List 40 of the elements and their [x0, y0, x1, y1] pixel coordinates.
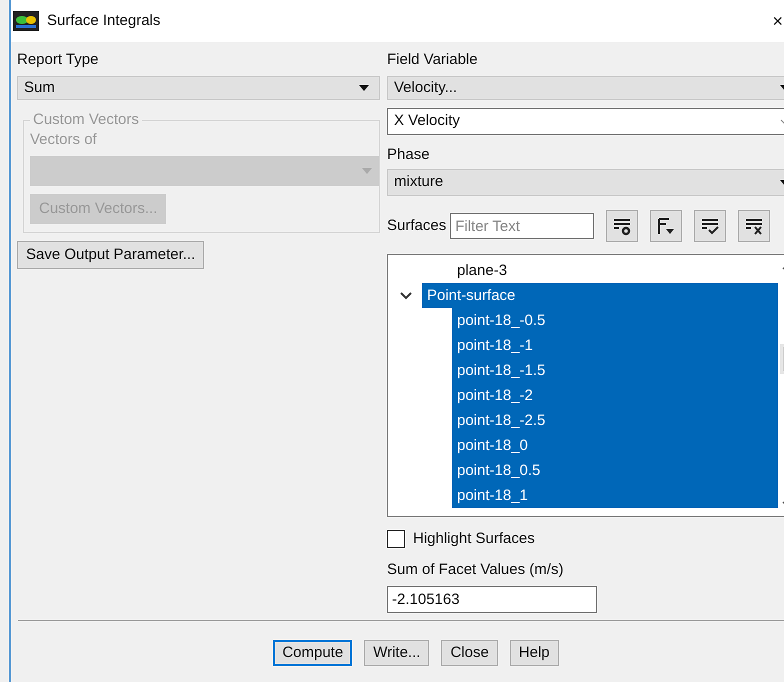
caret-icon [359, 85, 369, 91]
list-item[interactable]: point-18_-1 [452, 333, 778, 358]
select-all-icon [699, 216, 722, 236]
phase-dropdown[interactable]: mixture [387, 169, 784, 196]
save-output-button[interactable]: Save Output Parameter... [17, 241, 204, 269]
icon-button[interactable] [606, 210, 638, 242]
chevron-down-icon[interactable] [400, 292, 412, 300]
icon-button[interactable] [738, 210, 770, 242]
report-type-dropdown[interactable]: Sum [17, 76, 380, 100]
field-label: Sum of Facet Values (m/s) [387, 560, 564, 580]
field-label: Report Type [17, 50, 100, 70]
list-item[interactable]: Point-surface [422, 283, 778, 308]
field-label: Phase [387, 145, 431, 165]
field-label: Surfaces [387, 216, 446, 236]
dialog-button[interactable]: Help [510, 640, 559, 666]
field-variable-dropdown[interactable]: Velocity... [387, 76, 784, 100]
checkbox[interactable] [387, 530, 405, 548]
checkbox-label: Highlight Surfaces [413, 529, 535, 549]
app-icon [13, 11, 39, 31]
list-item[interactable]: point-18_1 [452, 483, 778, 508]
result-field: -2.105163 [387, 586, 597, 612]
dialog-button[interactable]: Close [441, 640, 498, 666]
dialog-button[interactable]: Compute [273, 640, 352, 666]
list-item[interactable]: point-18_-2.5 [452, 408, 778, 433]
variable-dropdown[interactable]: X Velocity [387, 108, 784, 135]
list-item[interactable]: point-18_0 [452, 433, 778, 458]
caret-icon [362, 168, 372, 174]
list-item[interactable]: plane-3 [452, 258, 512, 283]
list-item[interactable]: point-18_-2 [452, 383, 778, 408]
field-label: Vectors of [30, 130, 98, 150]
icon-button[interactable] [650, 210, 682, 242]
list-item[interactable]: point-18_0.5 [452, 458, 778, 483]
field-label: Field Variable [387, 50, 479, 70]
icon-button[interactable] [694, 210, 726, 242]
filter-field[interactable]: Filter Text [450, 213, 594, 239]
dialog-button[interactable]: Write... [364, 640, 430, 666]
window-title: Surface Integrals [47, 10, 160, 31]
list-item[interactable]: point-18_-0.5 [452, 308, 778, 333]
list-item[interactable]: point-18_-1.5 [452, 358, 778, 383]
close-button[interactable]: × [772, 8, 783, 34]
